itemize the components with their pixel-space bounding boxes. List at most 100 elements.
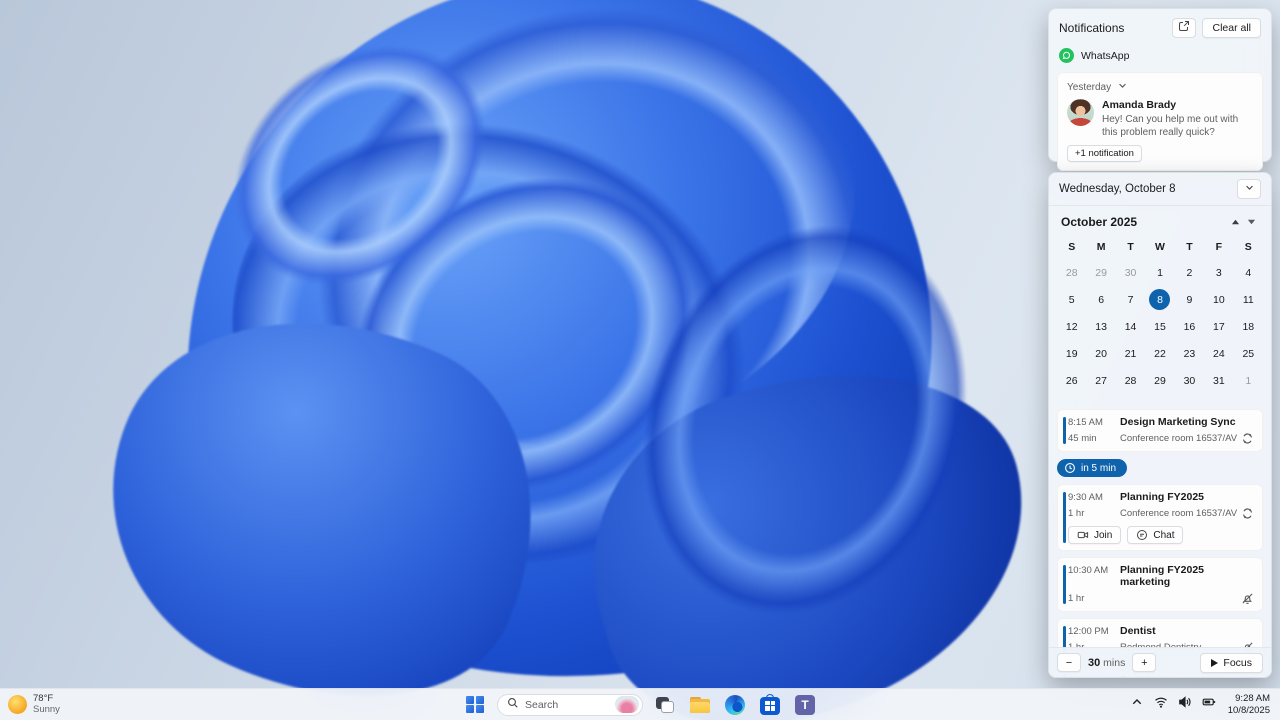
calendar-day[interactable]: 4 xyxy=(1234,259,1263,286)
calendar-day[interactable]: 15 xyxy=(1145,313,1174,340)
calendar-day[interactable]: 5 xyxy=(1057,286,1086,313)
day-of-week-label: S xyxy=(1244,241,1252,253)
weather-widget[interactable]: 78°F Sunny xyxy=(8,693,60,716)
calendar-day[interactable]: 1 xyxy=(1234,367,1263,394)
calendar-day[interactable]: 17 xyxy=(1204,313,1233,340)
clock[interactable]: 9:28 AM 10/8/2025 xyxy=(1228,693,1270,716)
notification-app-name: WhatsApp xyxy=(1081,49,1130,62)
calendar-day[interactable]: 20 xyxy=(1086,340,1115,367)
event-title: Design Marketing Sync xyxy=(1120,416,1236,428)
battery-icon xyxy=(1202,695,1216,714)
event-title: Planning FY2025 xyxy=(1120,491,1205,503)
taskbar: 78°F Sunny Search T 9:28 AM 10/8/2025 xyxy=(0,688,1280,720)
more-notifications-button[interactable]: +1 notification xyxy=(1067,145,1142,163)
focus-button[interactable]: Focus xyxy=(1200,652,1263,673)
calendar-day[interactable]: 24 xyxy=(1204,340,1233,367)
calendar-day[interactable]: 2 xyxy=(1175,259,1204,286)
task-view-icon xyxy=(656,696,674,713)
calendar-day[interactable]: 23 xyxy=(1175,340,1204,367)
start-button[interactable] xyxy=(462,692,488,718)
decrease-minutes-button[interactable]: − xyxy=(1057,653,1081,672)
teams-button[interactable]: T xyxy=(792,692,818,718)
calendar-day-selected[interactable]: 8 xyxy=(1145,286,1174,313)
chat-icon xyxy=(1136,529,1148,541)
weather-condition: Sunny xyxy=(33,703,60,715)
calendar-day[interactable]: 6 xyxy=(1086,286,1115,313)
task-view-button[interactable] xyxy=(652,692,678,718)
edge-icon xyxy=(725,694,745,715)
avatar xyxy=(1067,99,1094,126)
clear-all-button[interactable]: Clear all xyxy=(1202,18,1261,38)
calendar-day[interactable]: 25 xyxy=(1234,340,1263,367)
calendar-day[interactable]: 21 xyxy=(1116,340,1145,367)
event-title: Planning FY2025 marketing xyxy=(1120,564,1205,588)
tray-time: 9:28 AM xyxy=(1235,693,1270,705)
calendar-day[interactable]: 22 xyxy=(1145,340,1174,367)
event-time: 9:30 AM xyxy=(1068,492,1103,503)
event-title: Dentist xyxy=(1120,625,1156,637)
calendar-month-label: October 2025 xyxy=(1061,215,1138,229)
windows-logo-icon xyxy=(466,695,484,714)
calendar-day[interactable]: 10 xyxy=(1204,286,1233,313)
event-list: 8:15 AM Design Marketing Sync 45 min Confer… xyxy=(1049,405,1271,677)
calendar-day[interactable]: 31 xyxy=(1204,367,1233,394)
calendar-day[interactable]: 14 xyxy=(1116,313,1145,340)
calendar-day[interactable]: 7 xyxy=(1116,286,1145,313)
battery-button[interactable] xyxy=(1198,692,1220,718)
notification-card[interactable]: Yesterday Amanda Brady Hey! Can you help… xyxy=(1057,72,1263,172)
video-icon xyxy=(1077,529,1089,541)
day-of-week-label: W xyxy=(1155,241,1165,253)
join-button[interactable]: Join xyxy=(1068,526,1122,544)
microsoft-store-button[interactable] xyxy=(757,692,783,718)
calendar-day[interactable]: 30 xyxy=(1116,259,1145,286)
hidden-icons-button[interactable] xyxy=(1126,692,1148,718)
speaker-icon xyxy=(1178,695,1192,714)
play-icon xyxy=(1211,658,1219,667)
event-time: 10:30 AM xyxy=(1068,565,1109,576)
calendar-day[interactable]: 18 xyxy=(1234,313,1263,340)
chat-button[interactable]: Chat xyxy=(1127,526,1184,544)
chevron-down-icon[interactable] xyxy=(1117,80,1128,94)
recurring-icon xyxy=(1241,432,1254,445)
event-card[interactable]: 8:15 AM Design Marketing Sync 45 min Confer… xyxy=(1057,409,1263,452)
volume-button[interactable] xyxy=(1174,692,1196,718)
edge-browser-button[interactable] xyxy=(722,692,748,718)
calendar-day[interactable]: 16 xyxy=(1175,313,1204,340)
next-month-button[interactable] xyxy=(1243,215,1259,229)
calendar-day[interactable]: 12 xyxy=(1057,313,1086,340)
calendar-day[interactable]: 29 xyxy=(1086,259,1115,286)
event-card[interactable]: 10:30 AM Planning FY2025 marketing 1 hr xyxy=(1057,557,1263,612)
calendar-day[interactable]: 27 xyxy=(1086,367,1115,394)
calendar-day[interactable]: 13 xyxy=(1086,313,1115,340)
network-button[interactable] xyxy=(1150,692,1172,718)
calendar-day[interactable]: 28 xyxy=(1057,259,1086,286)
calendar-day[interactable]: 26 xyxy=(1057,367,1086,394)
search-input[interactable]: Search xyxy=(497,693,643,716)
chevron-down-icon xyxy=(1244,180,1255,198)
file-explorer-button[interactable] xyxy=(687,692,713,718)
event-duration: 1 hr xyxy=(1068,593,1085,604)
sun-icon xyxy=(8,695,27,714)
day-of-week-label: S xyxy=(1068,241,1076,253)
calendar-day[interactable]: 9 xyxy=(1175,286,1204,313)
calendar-day[interactable]: 11 xyxy=(1234,286,1263,313)
countdown-badge[interactable]: in 5 min xyxy=(1057,459,1128,477)
event-card[interactable]: 9:30 AM Planning FY2025 1 hr Conference roo… xyxy=(1057,484,1263,551)
day-of-week-label: T xyxy=(1186,241,1193,253)
increase-minutes-button[interactable]: + xyxy=(1132,653,1157,672)
search-placeholder: Search xyxy=(525,698,559,711)
store-icon xyxy=(760,693,780,715)
calendar-day[interactable]: 28 xyxy=(1116,367,1145,394)
calendar-day[interactable]: 3 xyxy=(1204,259,1233,286)
calendar-day[interactable]: 1 xyxy=(1145,259,1174,286)
notification-settings-button[interactable] xyxy=(1172,18,1197,38)
calendar-day[interactable]: 19 xyxy=(1057,340,1086,367)
collapse-calendar-button[interactable] xyxy=(1237,179,1261,199)
calendar-day[interactable]: 30 xyxy=(1175,367,1204,394)
whatsapp-icon xyxy=(1059,48,1074,63)
event-accent-bar xyxy=(1063,492,1066,543)
calendar-day[interactable]: 29 xyxy=(1145,367,1174,394)
notification-message: Hey! Can you help me out with this probl… xyxy=(1102,114,1239,139)
previous-month-button[interactable] xyxy=(1227,215,1243,229)
triangle-up-icon xyxy=(1231,213,1240,231)
